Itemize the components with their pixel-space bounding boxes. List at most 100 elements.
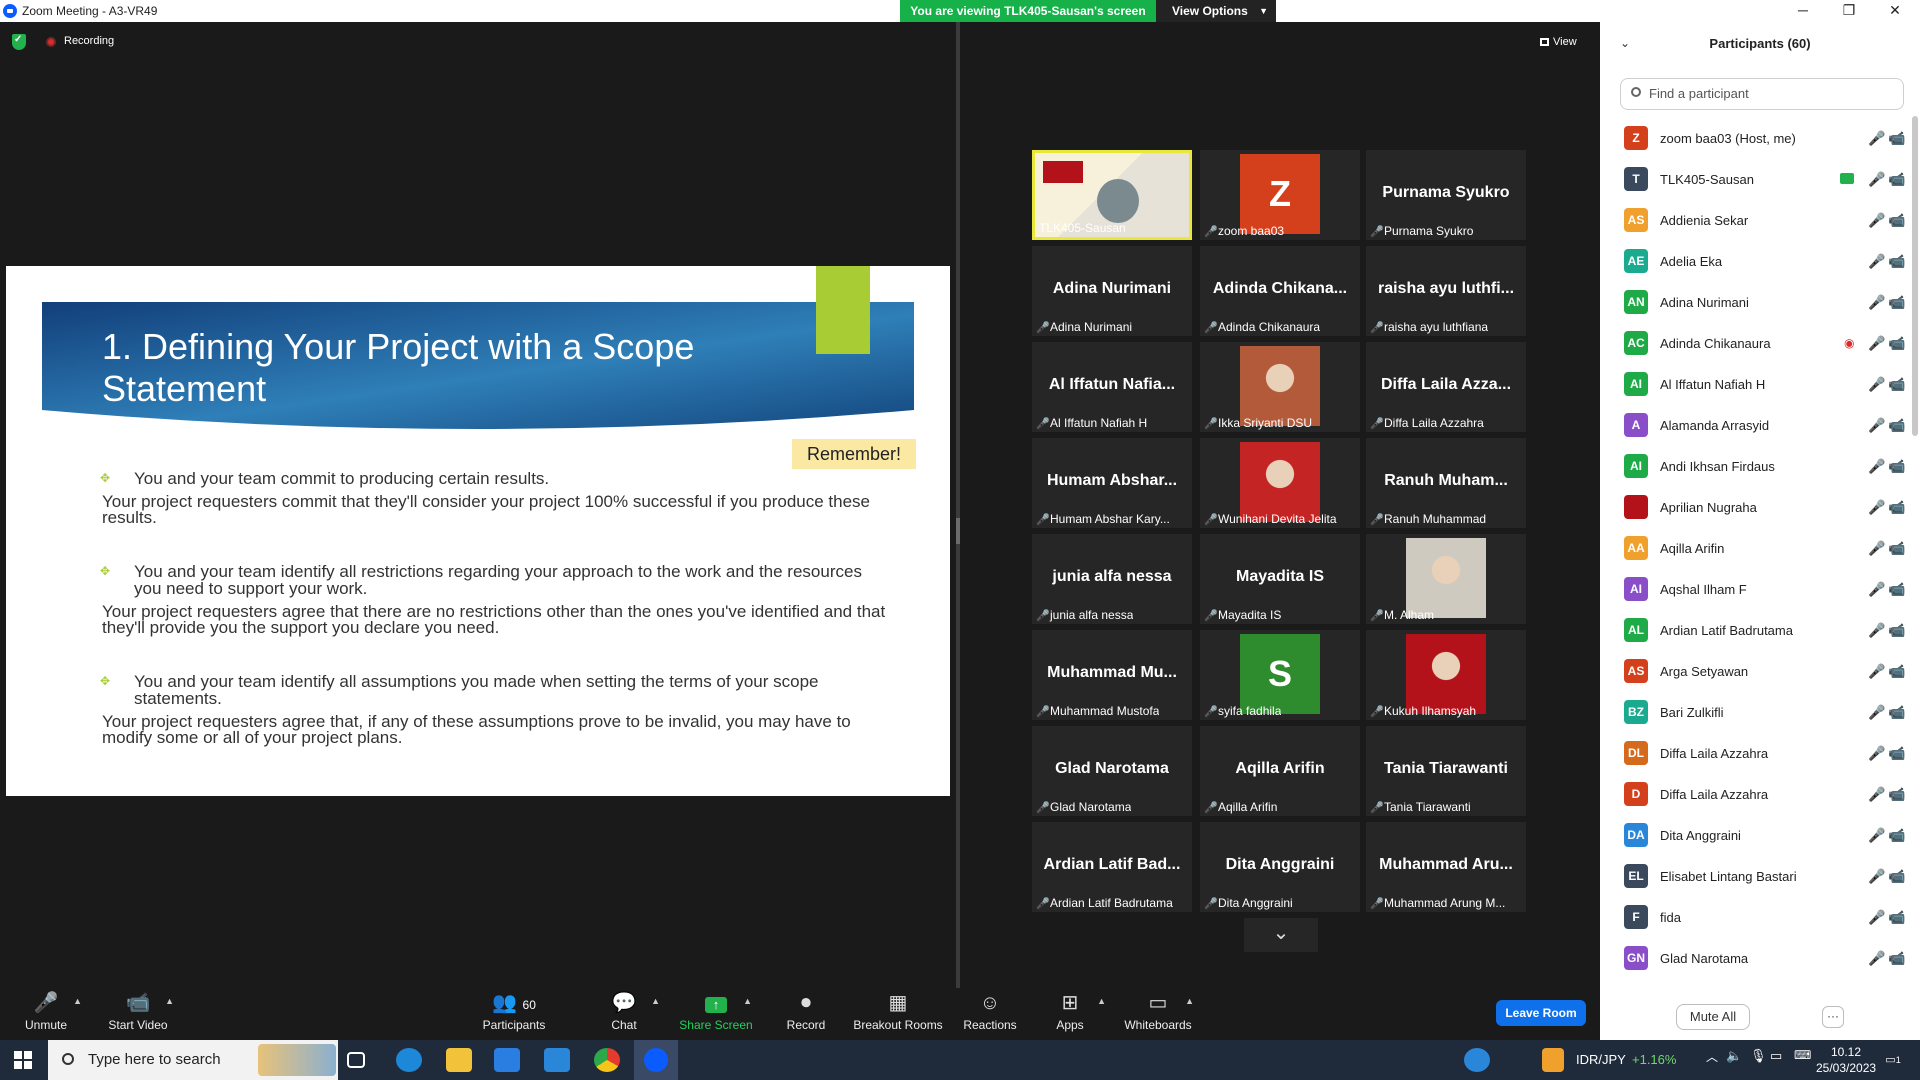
share-screen-button[interactable]: ↑ Share Screen ▲ bbox=[666, 988, 766, 1040]
video-off-icon[interactable]: 📹 bbox=[1888, 868, 1905, 885]
view-options-button[interactable]: View Options ▼ bbox=[1156, 0, 1276, 22]
video-tile[interactable]: Adinda Chikana... 🎤Adinda Chikanaura bbox=[1200, 246, 1360, 336]
muted-microphone-icon[interactable]: 🎤 bbox=[1868, 499, 1885, 516]
video-off-icon[interactable]: 📹 bbox=[1888, 663, 1905, 680]
maximize-button[interactable]: ❐ bbox=[1826, 0, 1872, 22]
microsoft-store-icon[interactable] bbox=[494, 1048, 520, 1072]
video-off-icon[interactable]: 📹 bbox=[1888, 499, 1905, 516]
video-off-icon[interactable]: 📹 bbox=[1888, 745, 1905, 762]
record-button[interactable]: ⏺ Record bbox=[756, 988, 856, 1040]
file-explorer-icon[interactable] bbox=[446, 1048, 472, 1072]
video-tile[interactable]: junia alfa nessa 🎤junia alfa nessa bbox=[1032, 534, 1192, 624]
windows-start-icon[interactable] bbox=[14, 1051, 32, 1069]
participant-row[interactable]: AI Al Iffatun Nafiah H 🎤 📹 bbox=[1618, 364, 1908, 405]
help-icon[interactable] bbox=[1464, 1048, 1490, 1072]
participant-list-scrollbar[interactable] bbox=[1912, 116, 1918, 436]
muted-microphone-icon[interactable]: 🎤 bbox=[1868, 417, 1885, 434]
chevron-up-icon[interactable]: ▲ bbox=[743, 996, 752, 1006]
participant-row[interactable]: Ffida 🎤 📹 bbox=[1618, 897, 1908, 938]
leave-room-button[interactable]: Leave Room bbox=[1496, 1000, 1586, 1026]
participant-row[interactable]: AI Andi Ikhsan Firdaus 🎤 📹 bbox=[1618, 446, 1908, 487]
video-tile[interactable]: Ardian Latif Bad... 🎤Ardian Latif Badruta… bbox=[1032, 822, 1192, 912]
video-off-icon[interactable]: 📹 bbox=[1888, 253, 1905, 270]
ticker-label[interactable]: IDR/JPY bbox=[1576, 1052, 1626, 1067]
muted-microphone-icon[interactable]: 🎤 bbox=[1868, 745, 1885, 762]
video-tile[interactable]: 🎤Ikka Sriyanti DSU bbox=[1200, 342, 1360, 432]
encryption-shield-icon[interactable] bbox=[12, 34, 26, 50]
chevron-up-icon[interactable]: ▲ bbox=[651, 996, 660, 1006]
participant-row[interactable]: BZ Bari Zulkifli 🎤 📹 bbox=[1618, 692, 1908, 733]
video-tile[interactable]: TLK405-Sausan bbox=[1032, 150, 1192, 240]
participant-row[interactable]: T TLK405-Sausan 🎤 📹 bbox=[1618, 159, 1908, 200]
zoom-taskbar-button[interactable] bbox=[634, 1040, 678, 1080]
video-tile[interactable]: Z 🎤zoom baa03 bbox=[1200, 150, 1360, 240]
mail-icon[interactable] bbox=[544, 1048, 570, 1072]
muted-microphone-icon[interactable]: 🎤 bbox=[1868, 663, 1885, 680]
participant-row[interactable]: AE Adelia Eka 🎤 📹 bbox=[1618, 241, 1908, 282]
participant-row[interactable]: AS Addienia Sekar 🎤 📹 bbox=[1618, 200, 1908, 241]
muted-microphone-icon[interactable]: 🎤 bbox=[1868, 704, 1885, 721]
muted-microphone-icon[interactable]: 🎤 bbox=[1868, 868, 1885, 885]
start-video-button[interactable]: 📹 Start Video ▲ bbox=[88, 988, 188, 1040]
participant-row[interactable]: DA Dita Anggraini 🎤 📹 bbox=[1618, 815, 1908, 856]
video-off-icon[interactable]: 📹 bbox=[1888, 704, 1905, 721]
video-off-icon[interactable]: 📹 bbox=[1888, 909, 1905, 926]
chevron-up-icon[interactable]: ▲ bbox=[73, 996, 82, 1006]
network-icon[interactable]: ▭ bbox=[1770, 1048, 1788, 1072]
breakout-rooms-button[interactable]: ▦ Breakout Rooms bbox=[848, 988, 948, 1040]
participant-row[interactable]: Zzoom baa03 (Host, me) 🎤 📹 bbox=[1618, 118, 1908, 159]
muted-microphone-icon[interactable]: 🎤 bbox=[1868, 950, 1885, 967]
chevron-up-icon[interactable]: ︿ bbox=[1706, 1048, 1720, 1072]
video-tile[interactable]: raisha ayu luthfi... 🎤raisha ayu luthfian… bbox=[1366, 246, 1526, 336]
video-tile[interactable]: Ranuh Muham... 🎤Ranuh Muhammad bbox=[1366, 438, 1526, 528]
muted-microphone-icon[interactable]: 🎤 bbox=[1868, 294, 1885, 311]
video-off-icon[interactable]: 📹 bbox=[1888, 622, 1905, 639]
video-tile[interactable]: 🎤Kukuh Ilhamsyah bbox=[1366, 630, 1526, 720]
participant-row[interactable]: D Diffa Laila Azzahra 🎤 📹 bbox=[1618, 774, 1908, 815]
edge-browser-icon[interactable] bbox=[396, 1048, 422, 1072]
video-icon[interactable]: 📹 bbox=[1888, 171, 1905, 188]
participants-button[interactable]: 👥 60 Participants bbox=[464, 988, 564, 1040]
muted-microphone-icon[interactable]: 🎤 bbox=[1868, 212, 1885, 229]
video-off-icon[interactable]: 📹 bbox=[1888, 335, 1905, 352]
participant-row[interactable]: AI Aqshal Ilham F 🎤 📹 bbox=[1618, 569, 1908, 610]
chat-button[interactable]: 💬 Chat ▲ bbox=[574, 988, 674, 1040]
minimize-button[interactable]: ─ bbox=[1780, 0, 1826, 22]
video-tile[interactable]: Adina Nurimani 🎤Adina Nurimani bbox=[1032, 246, 1192, 336]
video-off-icon[interactable]: 📹 bbox=[1888, 827, 1905, 844]
video-off-icon[interactable]: 📹 bbox=[1888, 458, 1905, 475]
muted-microphone-icon[interactable]: 🎤 bbox=[1868, 581, 1885, 598]
participant-row[interactable]: AS Arga Setyawan 🎤 📹 bbox=[1618, 651, 1908, 692]
video-tile[interactable]: 🎤Wunihani Devita Jelita bbox=[1200, 438, 1360, 528]
muted-microphone-icon[interactable]: 🎤 bbox=[1868, 335, 1885, 352]
video-off-icon[interactable]: 📹 bbox=[1888, 212, 1905, 229]
find-participant-input[interactable]: Find a participant bbox=[1620, 78, 1904, 110]
muted-microphone-icon[interactable]: 🎤 bbox=[1868, 909, 1885, 926]
video-off-icon[interactable]: 📹 bbox=[1888, 130, 1905, 147]
microphone-icon[interactable]: 🎤 bbox=[1868, 171, 1885, 188]
participant-row[interactable]: GN Glad Narotama 🎤 📹 bbox=[1618, 938, 1908, 979]
video-off-icon[interactable]: 📹 bbox=[1888, 950, 1905, 967]
muted-microphone-icon[interactable]: 🎤 bbox=[1868, 130, 1885, 147]
video-tile[interactable]: Purnama Syukro 🎤Purnama Syukro bbox=[1366, 150, 1526, 240]
video-off-icon[interactable]: 📹 bbox=[1888, 581, 1905, 598]
chrome-icon[interactable] bbox=[594, 1048, 620, 1072]
video-off-icon[interactable]: 📹 bbox=[1888, 417, 1905, 434]
task-view-icon[interactable] bbox=[347, 1052, 365, 1068]
whiteboards-button[interactable]: ▭ Whiteboards ▲ bbox=[1108, 988, 1208, 1040]
chevron-up-icon[interactable]: ▲ bbox=[1097, 996, 1106, 1006]
video-tile[interactable]: Muhammad Mu... 🎤Muhammad Mustofa bbox=[1032, 630, 1192, 720]
gallery-view-button[interactable]: View bbox=[1540, 32, 1590, 52]
video-tile[interactable]: Tania Tiarawanti 🎤Tania Tiarawanti bbox=[1366, 726, 1526, 816]
muted-microphone-icon[interactable]: 🎤 bbox=[1868, 786, 1885, 803]
gallery-next-page-button[interactable]: ⌄ bbox=[1244, 918, 1318, 952]
video-tile[interactable]: Glad Narotama 🎤Glad Narotama bbox=[1032, 726, 1192, 816]
speaker-icon[interactable]: 🔈 bbox=[1726, 1048, 1744, 1072]
muted-microphone-icon[interactable]: 🎤 bbox=[1868, 540, 1885, 557]
muted-microphone-icon[interactable]: 🎤 bbox=[1868, 376, 1885, 393]
chevron-up-icon[interactable]: ▲ bbox=[165, 996, 174, 1006]
video-tile[interactable]: Muhammad Aru... 🎤Muhammad Arung M... bbox=[1366, 822, 1526, 912]
participant-row[interactable]: AL Ardian Latif Badrutama 🎤 📹 bbox=[1618, 610, 1908, 651]
participant-row[interactable]: A Alamanda Arrasyid 🎤 📹 bbox=[1618, 405, 1908, 446]
muted-microphone-icon[interactable]: 🎤 bbox=[1868, 622, 1885, 639]
